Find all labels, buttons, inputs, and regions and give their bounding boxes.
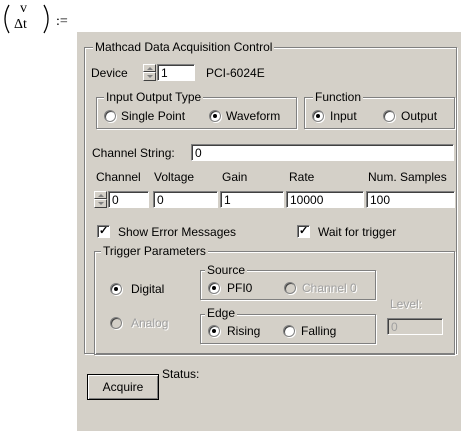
io-single-point-label[interactable]: Single Point — [121, 109, 185, 123]
math-var-v: v — [20, 1, 27, 16]
channel-spin-down-button[interactable] — [94, 199, 107, 208]
radio-selected-dot — [212, 286, 216, 290]
show-error-messages-checkbox[interactable]: ✓ — [97, 225, 110, 238]
source-channel0-radio[interactable] — [284, 282, 296, 294]
arrow-up-icon — [147, 67, 153, 70]
radio-selected-dot — [316, 114, 320, 118]
io-single-point-radio[interactable] — [104, 110, 116, 122]
math-var-dt: Δt — [14, 17, 27, 32]
device-input[interactable]: 1 — [157, 64, 195, 81]
math-assign-operator: := — [56, 14, 68, 29]
device-spin-down-button[interactable] — [143, 72, 156, 81]
trigger-digital-label[interactable]: Digital — [131, 282, 164, 296]
radio-selected-dot — [212, 329, 216, 333]
checkmark-icon: ✓ — [299, 225, 309, 237]
source-pfi0-label[interactable]: PFI0 — [227, 281, 252, 295]
function-output-label[interactable]: Output — [401, 109, 437, 123]
voltage-input[interactable]: 0 — [153, 191, 218, 208]
trigger-parameters-legend: Trigger Parameters — [101, 244, 208, 258]
channel-string-label: Channel String: — [92, 146, 175, 160]
channel-spin-up-button[interactable] — [94, 191, 107, 199]
radio-selected-dot — [114, 287, 118, 291]
source-channel0-label[interactable]: Channel 0 — [302, 281, 357, 295]
device-label: Device — [91, 66, 128, 80]
trigger-analog-label[interactable]: Analog — [131, 316, 168, 330]
num-samples-header: Num. Samples — [368, 170, 447, 184]
edge-falling-label[interactable]: Falling — [301, 324, 336, 338]
arrow-down-icon — [147, 75, 153, 78]
trigger-source-legend: Source — [205, 263, 248, 277]
device-name: PCI-6024E — [206, 66, 265, 80]
edge-rising-label[interactable]: Rising — [227, 324, 260, 338]
math-parentheses — [4, 4, 49, 34]
checkmark-icon: ✓ — [99, 225, 109, 237]
device-spin-up-button[interactable] — [143, 64, 156, 72]
edge-falling-radio[interactable] — [283, 325, 295, 337]
io-type-legend: Input Output Type — [104, 90, 204, 104]
level-label: Level: — [390, 297, 423, 311]
status-label: Status: — [162, 367, 200, 381]
trigger-digital-radio[interactable] — [110, 283, 122, 295]
level-input[interactable]: 0 — [387, 318, 443, 335]
num-samples-input[interactable]: 100 — [366, 191, 455, 208]
channel-spinner[interactable] — [94, 191, 107, 208]
function-input-radio[interactable] — [312, 110, 324, 122]
io-waveform-label[interactable]: Waveform — [226, 109, 280, 123]
radio-selected-dot — [213, 114, 217, 118]
trigger-analog-radio[interactable] — [110, 317, 122, 329]
daq-control-title: Mathcad Data Acquisition Control — [93, 40, 275, 54]
gain-header: Gain — [222, 170, 248, 184]
gain-input[interactable]: 1 — [220, 191, 284, 208]
function-output-radio[interactable] — [383, 110, 395, 122]
device-spinner[interactable] — [143, 64, 156, 81]
arrow-up-icon — [98, 194, 104, 197]
show-error-messages-label[interactable]: Show Error Messages — [118, 225, 236, 239]
trigger-edge-legend: Edge — [205, 306, 238, 320]
function-legend: Function — [313, 90, 364, 104]
wait-for-trigger-checkbox[interactable]: ✓ — [297, 225, 310, 238]
rate-input[interactable]: 10000 — [286, 191, 364, 208]
io-waveform-radio[interactable] — [209, 110, 221, 122]
acquire-button[interactable]: Acquire — [87, 374, 159, 400]
channel-string-input[interactable]: 0 — [191, 144, 454, 161]
arrow-down-icon — [98, 202, 104, 205]
function-input-label[interactable]: Input — [330, 109, 357, 123]
edge-rising-radio[interactable] — [208, 325, 220, 337]
channel-input[interactable]: 0 — [108, 191, 149, 208]
voltage-header: Voltage — [154, 170, 195, 184]
rate-header: Rate — [289, 170, 315, 184]
channel-header: Channel — [96, 170, 141, 184]
source-pfi0-radio[interactable] — [208, 282, 220, 294]
wait-for-trigger-label[interactable]: Wait for trigger — [318, 225, 396, 239]
